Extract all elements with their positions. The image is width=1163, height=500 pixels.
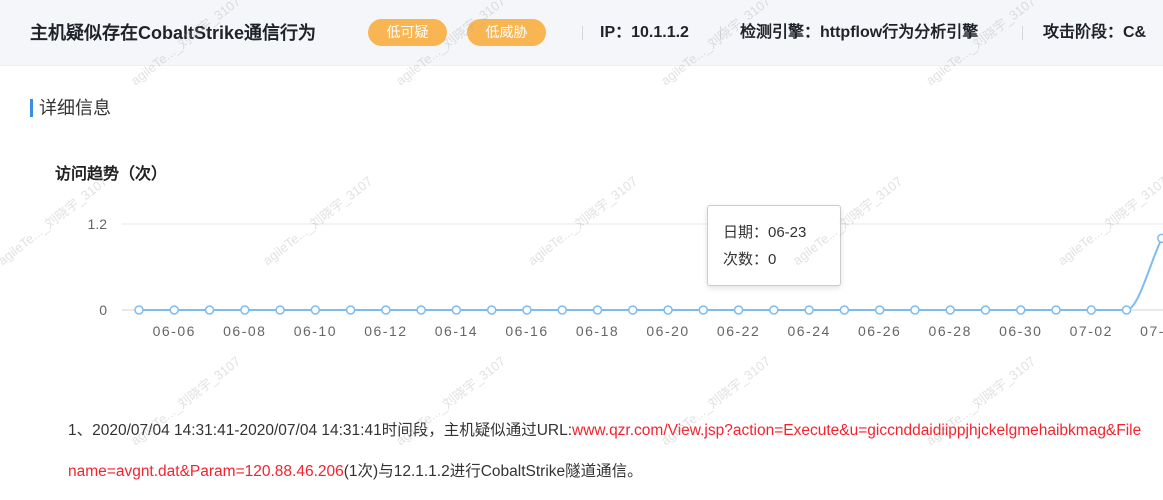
x-tick-label: 06-14 [435, 323, 478, 339]
detection-engine: 检测引擎：httpflow行为分析引擎 [740, 24, 979, 41]
alert-title: 主机疑似存在CobaltStrike通信行为 [30, 23, 317, 43]
section-title: 详细信息 [39, 98, 111, 118]
data-point[interactable] [839, 305, 850, 315]
suspicion-level-badge: 低可疑 [368, 19, 447, 46]
data-point[interactable] [451, 305, 462, 315]
detail-item: 1、2020/07/04 14:31:41-2020/07/04 14:31:4… [68, 410, 1148, 492]
data-point[interactable] [592, 305, 603, 315]
chart-tooltip: 日期：06-23 次数：0 [707, 205, 841, 286]
x-tick-label: 06-06 [153, 323, 196, 339]
data-point[interactable] [204, 305, 215, 315]
x-tick-label: 06-10 [294, 323, 337, 339]
header-divider [1022, 26, 1023, 40]
x-tick-label: 06-08 [223, 323, 266, 339]
data-point[interactable] [557, 305, 567, 315]
data-point[interactable] [769, 305, 779, 315]
data-point[interactable] [663, 305, 673, 315]
section-accent-bar [30, 99, 33, 117]
data-point[interactable] [980, 305, 991, 315]
visit-trend-chart: 0 1.2 06-06 06-08 06-10 06-12 06-14 06-16 06-18 0… [88, 216, 1163, 339]
data-point[interactable] [1086, 305, 1097, 315]
tooltip-date: 日期：06-23 [723, 224, 807, 241]
data-point[interactable] [1121, 305, 1132, 315]
x-tick-label: 06-16 [505, 323, 548, 339]
x-tick-label: 06-30 [999, 323, 1042, 339]
trend-line [139, 237, 1163, 311]
y-tick-label: 0 [99, 302, 107, 318]
data-point[interactable] [910, 305, 920, 315]
x-tick-label: 06-18 [576, 323, 619, 339]
data-point[interactable] [522, 305, 532, 315]
data-point[interactable] [1157, 233, 1163, 244]
x-tick-label: 06-26 [858, 323, 901, 339]
y-tick-label: 1.2 [88, 216, 108, 232]
data-point[interactable] [416, 305, 426, 315]
data-point[interactable] [733, 305, 744, 315]
data-point[interactable] [486, 305, 497, 315]
data-point[interactable] [698, 305, 709, 315]
data-point[interactable] [310, 305, 321, 315]
tooltip-count: 次数：0 [723, 251, 777, 268]
x-tick-label: 06-20 [646, 323, 689, 339]
data-point[interactable] [275, 305, 285, 315]
header-divider [720, 26, 721, 40]
alert-header: 主机疑似存在CobaltStrike通信行为 低可疑 低威胁 IP：10.1.1… [0, 0, 1163, 66]
x-tick-label: 06-22 [717, 323, 760, 339]
data-point[interactable] [240, 305, 250, 315]
header-divider [582, 26, 583, 40]
host-ip: IP：10.1.1.2 [600, 24, 689, 41]
x-tick-label: 06-28 [929, 323, 972, 339]
data-point[interactable] [134, 305, 144, 315]
data-point[interactable] [1051, 305, 1061, 315]
x-tick-label: 07-02 [1070, 323, 1113, 339]
data-point[interactable] [1016, 305, 1026, 315]
x-tick-label: 06-24 [787, 323, 830, 339]
data-point[interactable] [945, 305, 955, 315]
data-point[interactable] [169, 305, 180, 315]
data-point[interactable] [804, 305, 814, 315]
data-point[interactable] [628, 305, 638, 315]
data-point[interactable] [874, 305, 885, 315]
data-point[interactable] [345, 305, 356, 315]
chart-title: 访问趋势（次） [55, 166, 168, 183]
data-point[interactable] [381, 305, 391, 315]
threat-level-badge: 低威胁 [467, 19, 546, 46]
attack-stage: 攻击阶段：C& [1043, 24, 1147, 41]
detail-text-suffix: (1次)与12.1.1.2进行CobaltStrike隧道通信。 [343, 463, 643, 480]
x-tick-label: 07-04 [1140, 323, 1163, 339]
detail-text-prefix: 1、2020/07/04 14:31:41-2020/07/04 14:31:4… [68, 422, 573, 439]
x-tick-label: 06-12 [364, 323, 407, 339]
